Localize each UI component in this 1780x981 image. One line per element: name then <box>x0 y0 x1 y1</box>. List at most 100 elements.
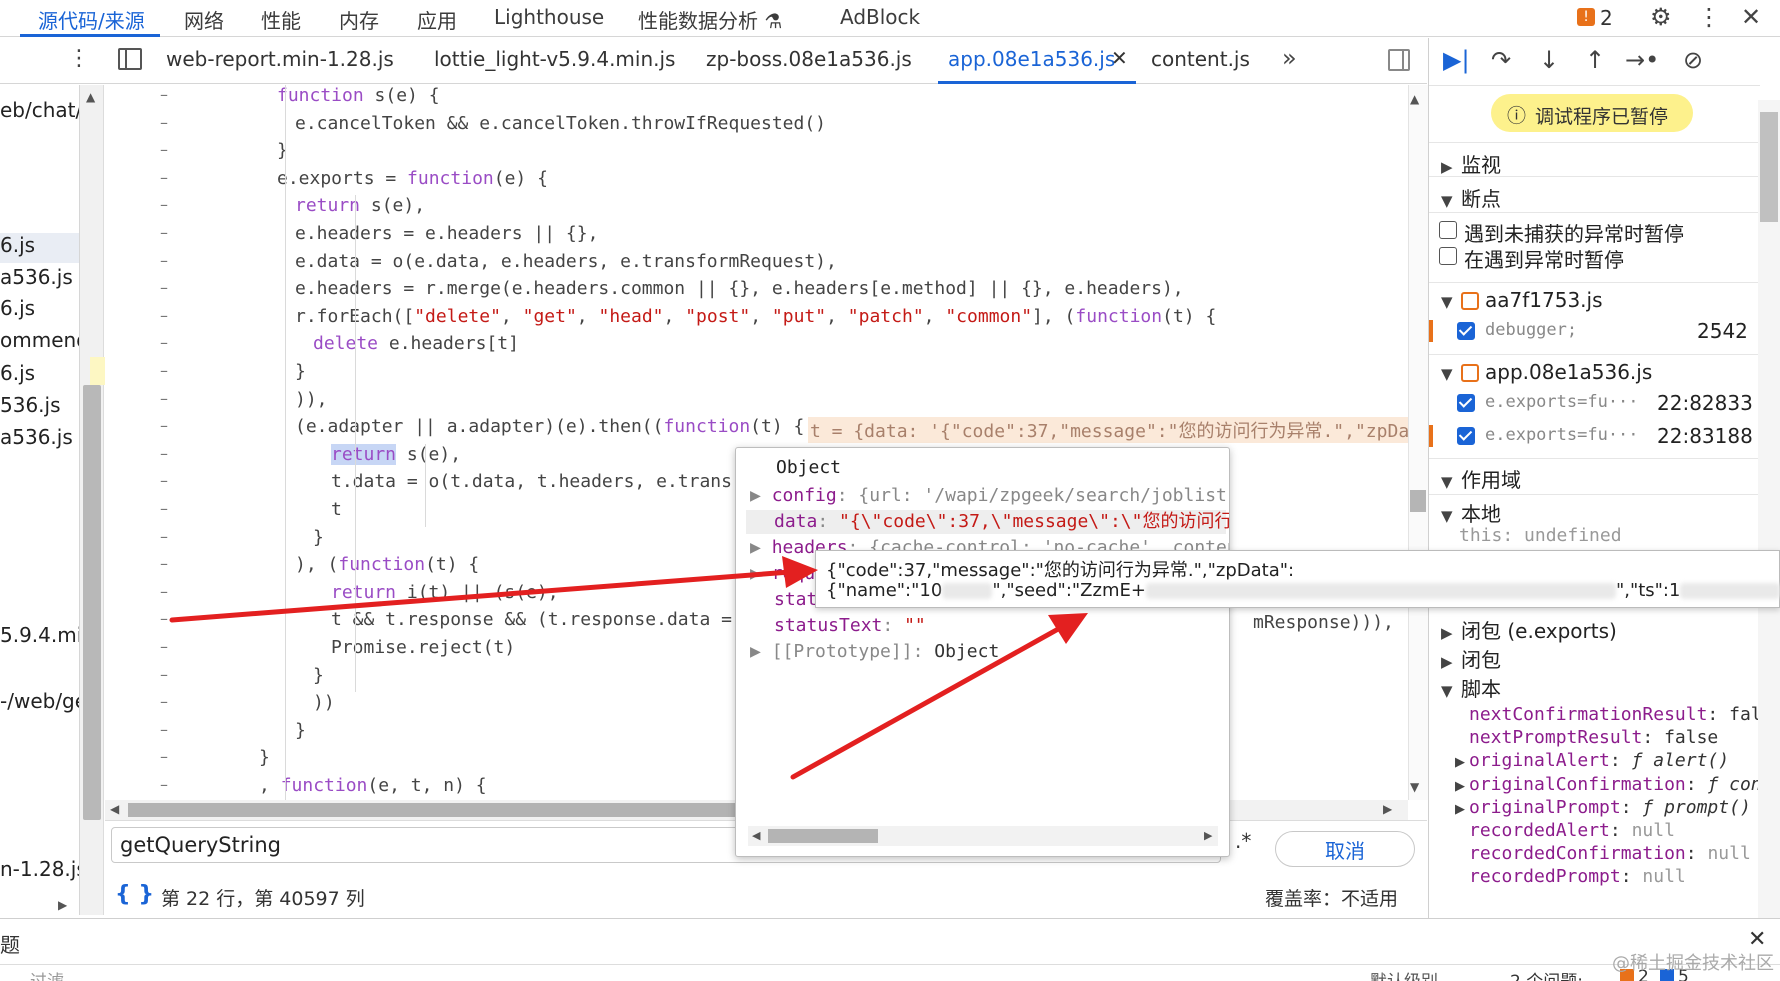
gutter-marker[interactable]: – <box>160 361 170 380</box>
popover-scroll-right-icon[interactable]: ▶ <box>1204 829 1212 842</box>
tab-adblock[interactable]: AdBlock <box>840 5 920 33</box>
tab-memory[interactable]: 内存 <box>339 5 379 33</box>
nav-item[interactable]: ommend- <box>0 328 79 352</box>
nav-item[interactable]: 6.js <box>0 233 35 257</box>
bp-checkbox[interactable] <box>1457 322 1475 340</box>
scope-variable-row[interactable]: ▶ originalAlert: ƒ alert() <box>1429 747 1760 771</box>
scope-section[interactable]: ▼ 作用域 <box>1429 458 1760 492</box>
close-icon[interactable]: ✕ <box>1741 3 1761 31</box>
gutter-marker[interactable]: – <box>160 223 170 242</box>
bp-entry-row[interactable]: debugger; 2542 <box>1429 316 1760 346</box>
gutter-marker[interactable]: – <box>160 527 170 546</box>
bp-entry-row[interactable]: e.exports=fu··· 22:82833 <box>1429 388 1760 418</box>
closure-row[interactable]: ▶ 闭包 (e.exports) <box>1429 615 1760 643</box>
gutter-marker[interactable]: – <box>160 609 170 628</box>
step-out-icon[interactable]: ↑ <box>1585 46 1605 74</box>
editor-scroll-right-icon[interactable]: ▶ <box>1383 802 1392 816</box>
scroll-up-icon[interactable]: ▲ <box>86 90 95 104</box>
popover-data-row[interactable]: data: "{\"code\":37,\"message\":\"您的访问行为 <box>746 510 1229 534</box>
closure-row[interactable]: ▶ 闭包 <box>1429 644 1760 672</box>
scope-variable-row[interactable]: ▶originalConfirmation: ƒ conf <box>1429 771 1760 795</box>
scope-variable-row[interactable]: nextPromptResult: false <box>1429 724 1760 748</box>
nav-item[interactable]: eb/chat/ <box>0 98 79 122</box>
file-tab-lottie[interactable]: lottie_light-v5.9.4.min.js <box>434 47 675 71</box>
issues-summary[interactable]: 2 个问题: <box>1510 967 1583 981</box>
gutter-marker[interactable]: – <box>160 554 170 573</box>
toggle-debugger-icon[interactable] <box>1388 49 1410 71</box>
gutter-marker[interactable]: – <box>160 747 170 766</box>
deactivate-breakpoints-icon[interactable]: ⊘ <box>1683 46 1703 74</box>
tab-lighthouse[interactable]: Lighthouse <box>494 5 604 33</box>
nav-item[interactable]: 536.js <box>0 393 61 417</box>
pretty-print-icon[interactable]: { } <box>115 882 154 907</box>
step-over-icon[interactable]: ↷ <box>1491 46 1511 74</box>
gutter-marker[interactable]: – <box>160 306 170 325</box>
navigator-scroll-thumb[interactable] <box>83 385 101 820</box>
bp-checkbox[interactable] <box>1457 394 1475 412</box>
bp-file-row[interactable]: ▼ app.08e1a536.js <box>1429 354 1760 388</box>
gutter-marker[interactable]: – <box>160 665 170 684</box>
regex-toggle[interactable]: .* <box>1235 829 1251 853</box>
bp-file-row[interactable]: ▼ aa7f1753.js <box>1429 282 1760 316</box>
watch-section[interactable]: ▶ 监视 <box>1429 142 1760 177</box>
gutter-marker[interactable]: – <box>160 720 170 739</box>
sidebar-scroll-thumb[interactable] <box>1760 112 1778 222</box>
scope-variable-row[interactable]: recordedAlert: null <box>1429 817 1760 841</box>
scope-variable-row[interactable]: recordedConfirmation: null <box>1429 840 1760 864</box>
gutter-marker[interactable]: – <box>160 692 170 711</box>
file-tab-app[interactable]: app.08e1a536.js <box>948 47 1115 71</box>
popover-proto-row[interactable]: ▶ [[Prototype]]: Object <box>750 640 999 664</box>
script-scope-row[interactable]: ▼ 脚本 <box>1429 673 1760 701</box>
gutter-marker[interactable]: – <box>160 333 170 352</box>
sidebar-scrollbar[interactable] <box>1758 100 1780 918</box>
gutter-marker[interactable]: – <box>160 251 170 270</box>
level-select[interactable]: 默认级别 <box>1370 967 1438 981</box>
gutter-marker[interactable]: – <box>160 278 170 297</box>
bp-entry-row[interactable]: e.exports=fu··· 22:83188 <box>1429 421 1760 451</box>
close-tab-icon[interactable]: ✕ <box>1111 46 1128 70</box>
nav-item[interactable]: a536.js <box>0 265 73 289</box>
scope-variable-row[interactable]: recordedPrompt: null <box>1429 863 1760 887</box>
issue-badge-icon[interactable]: ! <box>1577 8 1595 26</box>
editor-vertical-thumb[interactable] <box>1410 490 1426 512</box>
tab-performance[interactable]: 性能 <box>261 5 301 33</box>
file-tab-web-report[interactable]: web-report.min-1.28.js <box>166 47 394 71</box>
issue-count[interactable]: 2 <box>1600 6 1613 30</box>
bp-checkbox[interactable] <box>1457 427 1475 445</box>
gutter-marker[interactable]: – <box>160 471 170 490</box>
gutter-marker[interactable]: – <box>160 389 170 408</box>
editor-vertical-scrollbar[interactable] <box>1408 85 1428 800</box>
more-vertical-icon[interactable]: ⋮ <box>68 46 90 71</box>
toggle-navigator-icon[interactable] <box>118 48 142 70</box>
editor-horizontal-thumb[interactable] <box>128 803 748 817</box>
tab-performance-insights[interactable]: 性能数据分析 ⚗ <box>638 5 782 33</box>
line-gutter[interactable]: – – – – – – – – – – – – – – – – – – – – – – – – – – <box>105 85 205 800</box>
cancel-button[interactable]: 取消 <box>1275 831 1415 867</box>
popover-scroll-left-icon[interactable]: ◀ <box>752 829 760 842</box>
pause-uncaught-row[interactable]: 遇到未捕获的异常时暂停 <box>1429 212 1760 246</box>
pause-caught-row[interactable]: 在遇到异常时暂停 <box>1429 241 1760 272</box>
tab-application[interactable]: 应用 <box>417 5 457 33</box>
nav-item[interactable]: 5.9.4.min <box>0 623 79 647</box>
editor-scroll-left-icon[interactable]: ◀ <box>110 802 119 816</box>
step-icon[interactable]: →• <box>1625 46 1659 74</box>
scope-variable-row[interactable]: ▶ originalPrompt: ƒ prompt() <box>1429 794 1760 818</box>
gutter-marker[interactable]: – <box>160 140 170 159</box>
editor-scroll-up-icon[interactable]: ▲ <box>1410 92 1419 106</box>
gear-icon[interactable]: ⚙ <box>1650 3 1672 31</box>
pause-caught-checkbox[interactable] <box>1439 247 1457 265</box>
gutter-marker[interactable]: – <box>160 113 170 132</box>
nav-item[interactable]: 6.js <box>0 361 35 385</box>
more-menu-icon[interactable]: ⋮ <box>1697 3 1721 31</box>
gutter-marker[interactable]: – <box>160 582 170 601</box>
gutter-marker[interactable]: – <box>160 637 170 656</box>
step-into-icon[interactable]: ↓ <box>1539 46 1559 74</box>
local-scope-row[interactable]: ▼ 本地 <box>1429 494 1760 526</box>
nav-item[interactable]: a536.js <box>0 425 73 449</box>
scope-variable-row[interactable]: nextConfirmationResult: fals <box>1429 701 1760 725</box>
gutter-marker[interactable]: – <box>160 444 170 463</box>
gutter-marker[interactable]: – <box>160 775 170 794</box>
tab-sources[interactable]: 源代码/来源 <box>38 5 145 33</box>
resume-icon[interactable]: ▶| <box>1443 46 1470 74</box>
editor-scroll-down-icon[interactable]: ▼ <box>1410 780 1419 794</box>
